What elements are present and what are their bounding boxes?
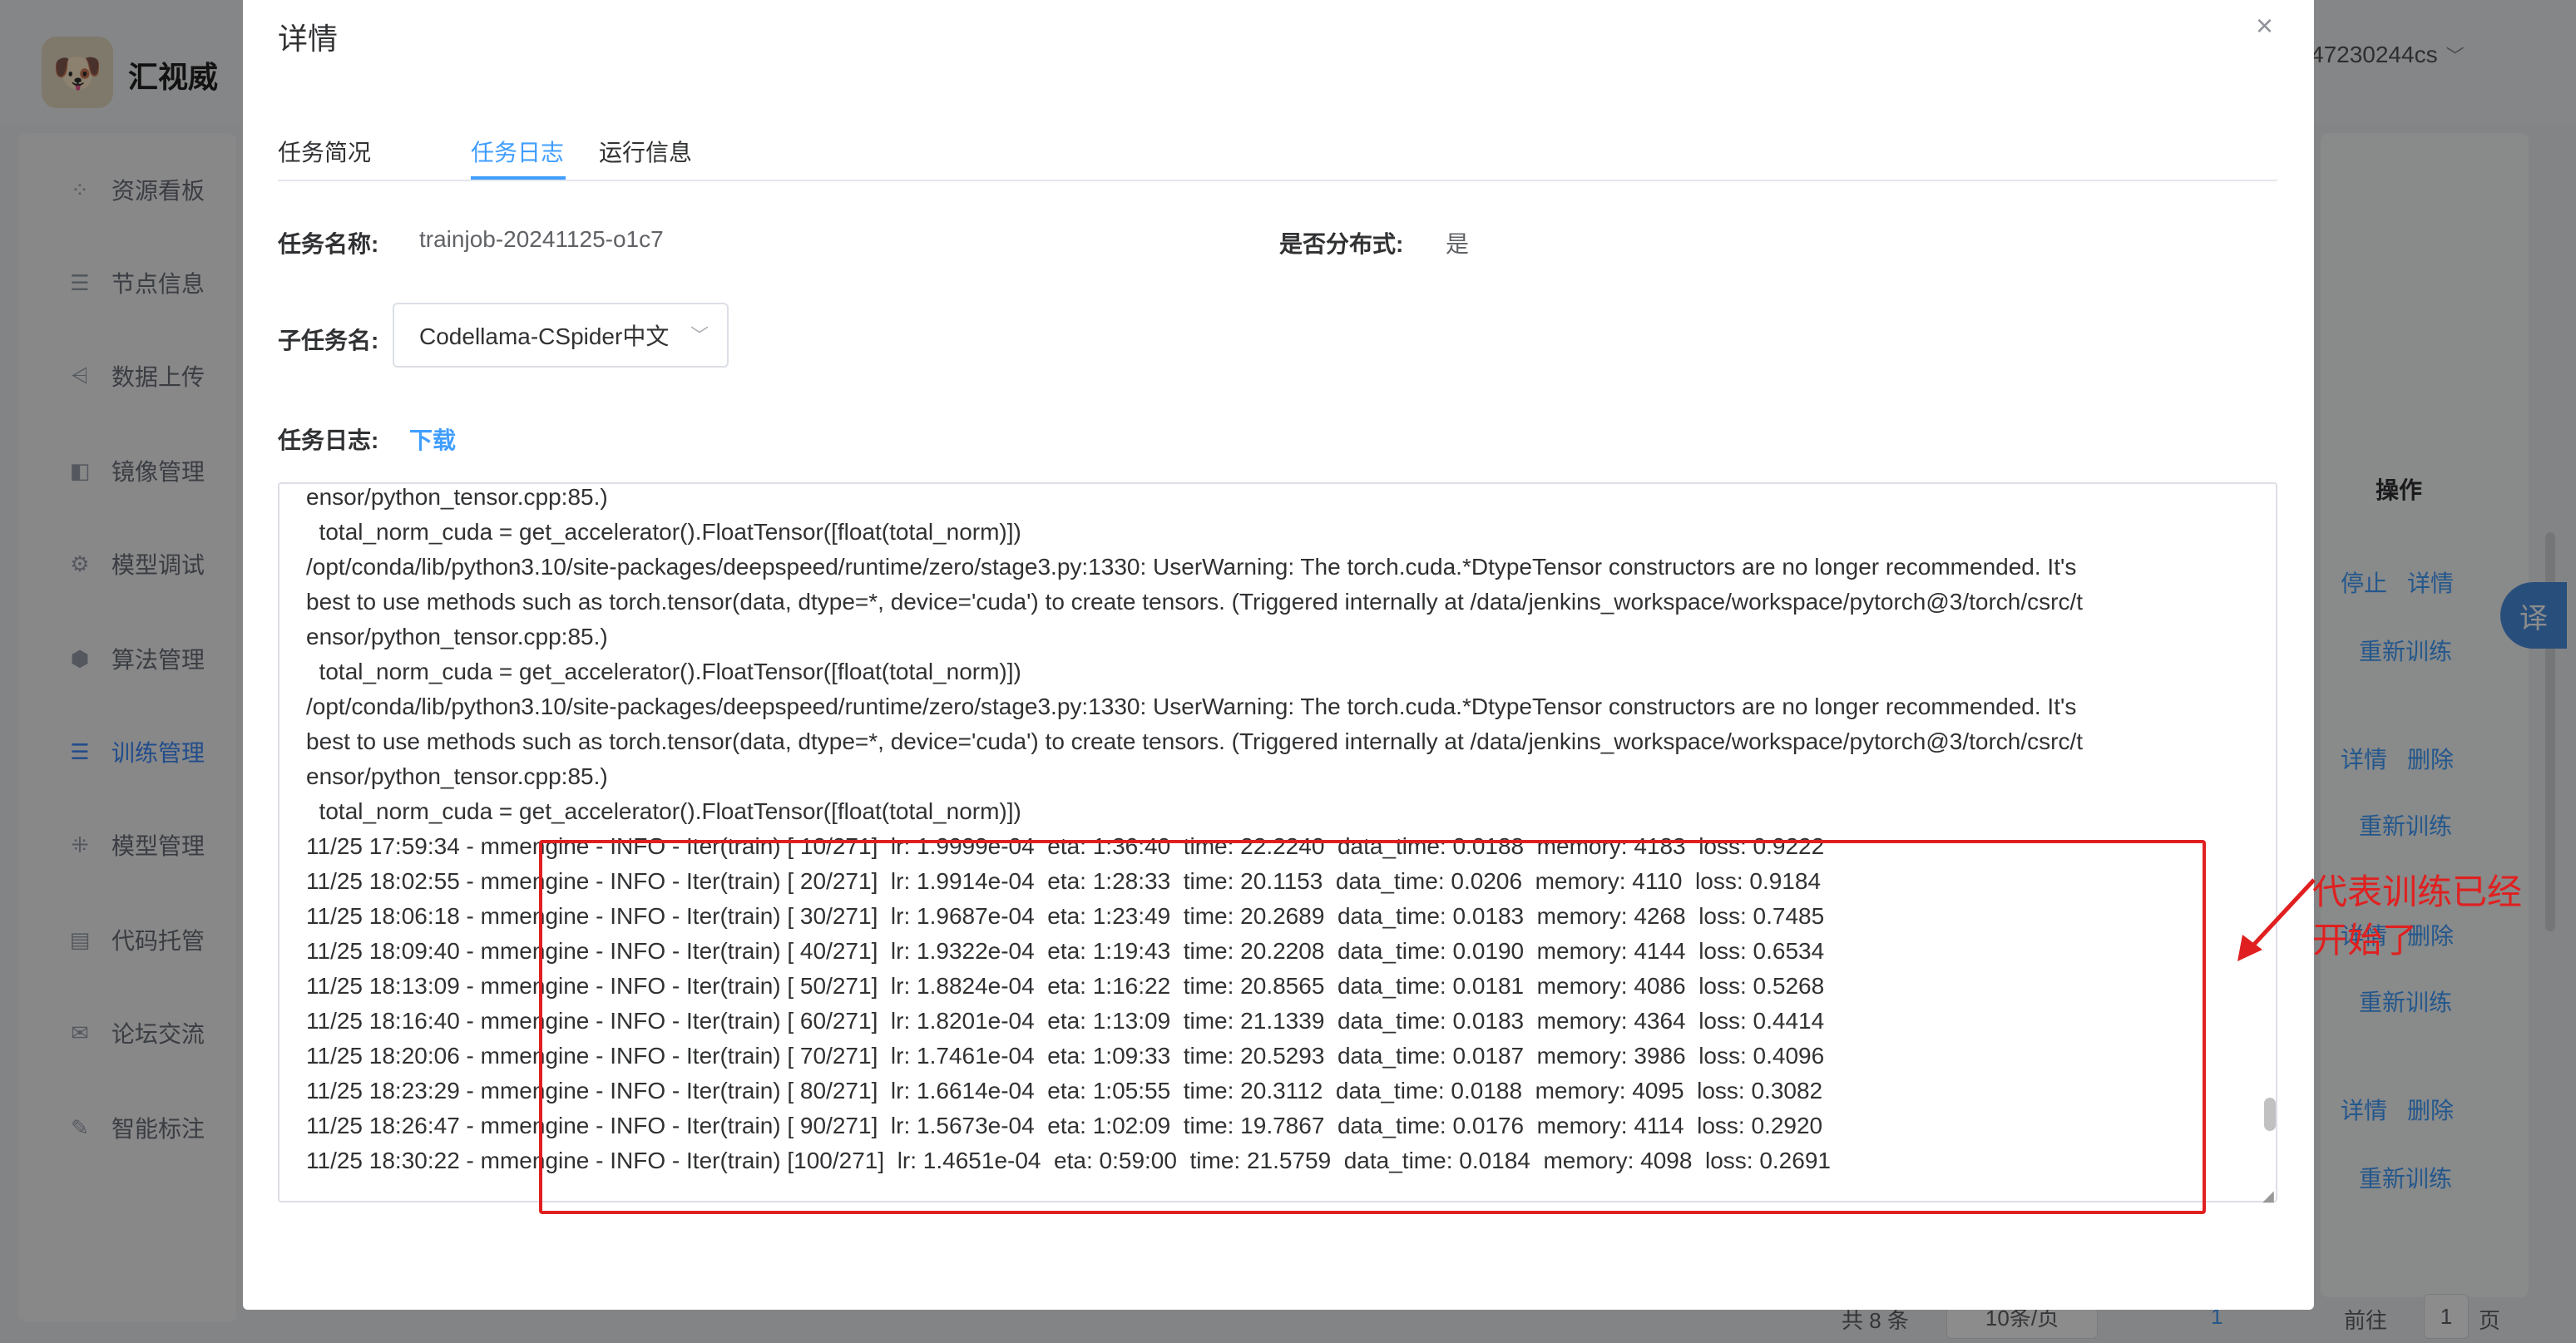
distributed-value: 是 bbox=[1446, 231, 1470, 257]
close-icon[interactable]: × bbox=[2256, 8, 2273, 43]
log-line: best to use methods such as torch.tensor… bbox=[306, 589, 2084, 615]
subtask-selected-value: Codellama-CSpider中文 bbox=[419, 323, 670, 349]
task-name-label: 任务名称: bbox=[278, 231, 379, 257]
highlight-frame bbox=[539, 840, 2206, 1214]
subtask-label: 子任务名: bbox=[278, 328, 379, 353]
download-link[interactable]: 下载 bbox=[409, 422, 456, 456]
log-line: total_norm_cuda = get_accelerator().Floa… bbox=[306, 659, 1021, 684]
detail-dialog: 详情 × 任务简况 任务日志 运行信息 任务名称: trainjob-20241… bbox=[243, 0, 2522, 1310]
tab-task-overview[interactable]: 任务简况 bbox=[278, 135, 371, 168]
annotation-text: 代表训练已经开始了 bbox=[2312, 872, 2523, 960]
tab-run-info[interactable]: 运行信息 bbox=[599, 135, 692, 168]
task-name-value: trainjob-20241125-o1c7 bbox=[419, 226, 664, 252]
log-line: /opt/conda/lib/python3.10/site-packages/… bbox=[306, 554, 2077, 580]
log-line: ensor/python_tensor.cpp:85.) bbox=[306, 763, 608, 789]
chevron-down-icon: ﹀ bbox=[690, 325, 709, 346]
log-line: total_norm_cuda = get_accelerator().Floa… bbox=[306, 519, 1021, 545]
tab-task-log[interactable]: 任务日志 bbox=[471, 135, 564, 168]
task-log-label: 任务日志: bbox=[278, 427, 379, 453]
log-scrollbar-thumb[interactable] bbox=[2264, 1098, 2276, 1131]
active-tab-indicator bbox=[471, 176, 566, 180]
resize-handle-icon[interactable]: ◢ bbox=[2262, 1187, 2274, 1205]
log-line: ensor/python_tensor.cpp:85.) bbox=[306, 484, 608, 510]
log-line: /opt/conda/lib/python3.10/site-packages/… bbox=[306, 694, 2077, 719]
dialog-title: 详情 bbox=[278, 22, 339, 56]
log-line: best to use methods such as torch.tensor… bbox=[306, 728, 2084, 754]
distributed-label: 是否分布式: bbox=[1279, 231, 1404, 257]
annotation-arrow-icon bbox=[2237, 878, 2316, 961]
log-line: ensor/python_tensor.cpp:85.) bbox=[306, 624, 608, 649]
subtask-select[interactable]: Codellama-CSpider中文 ﹀ bbox=[393, 303, 729, 368]
log-line: total_norm_cuda = get_accelerator().Floa… bbox=[306, 798, 1021, 824]
tab-bar: 任务简况 任务日志 运行信息 bbox=[278, 125, 2277, 181]
